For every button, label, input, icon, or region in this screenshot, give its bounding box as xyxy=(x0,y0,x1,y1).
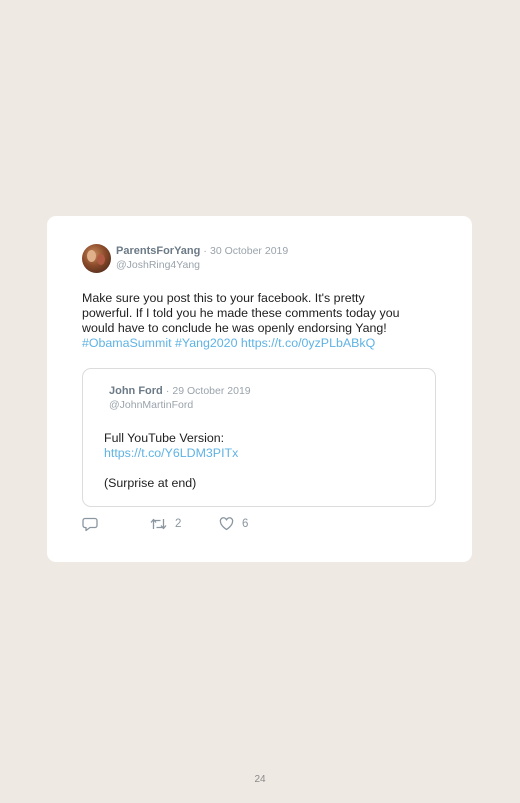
quoted-author-handle[interactable]: @JohnMartinFord xyxy=(109,399,193,411)
quoted-author: John Ford · 29 October 2019 xyxy=(109,385,251,397)
like-count: 6 xyxy=(242,518,249,530)
retweet-button[interactable]: 2 xyxy=(150,517,181,531)
quoted-tweet[interactable]: John Ford · 29 October 2019 @JohnMartinF… xyxy=(82,368,436,507)
author-handle[interactable]: @JoshRing4Yang xyxy=(116,259,200,271)
tweet-author: ParentsForYang · 30 October 2019 xyxy=(116,245,288,257)
retweet-icon xyxy=(150,518,167,530)
quoted-tweet-date[interactable]: 29 October 2019 xyxy=(172,385,250,397)
author-name[interactable]: ParentsForYang xyxy=(116,245,200,257)
hashtag-link[interactable]: #Yang2020 xyxy=(175,336,237,350)
retweet-count: 2 xyxy=(175,518,182,530)
page-number: 24 xyxy=(254,774,266,785)
tweet-text-line: Make sure you post this to your facebook… xyxy=(82,291,365,305)
quoted-text-line: Full YouTube Version: xyxy=(104,431,225,445)
tweet-text-line: powerful. If I told you he made these co… xyxy=(82,306,400,320)
separator: · xyxy=(203,245,207,257)
quoted-url-link[interactable]: https://t.co/Y6LDM3PITx xyxy=(104,446,238,461)
avatar[interactable] xyxy=(82,244,111,273)
tweet-url-link[interactable]: https://t.co/0yzPLbABkQ xyxy=(241,336,375,350)
reply-button[interactable] xyxy=(82,517,98,532)
separator: · xyxy=(165,385,170,397)
reply-icon xyxy=(82,517,98,532)
like-button[interactable]: 6 xyxy=(219,517,248,531)
tweet-actions: 2 6 xyxy=(82,517,282,533)
tweet-date[interactable]: 30 October 2019 xyxy=(210,245,288,257)
quoted-tweet-text: Full YouTube Version: https://t.co/Y6LDM… xyxy=(104,431,238,491)
tweet-card: ParentsForYang · 30 October 2019 @JoshRi… xyxy=(47,216,472,562)
hashtag-link[interactable]: #ObamaSummit xyxy=(82,336,172,350)
quoted-text-line: (Surprise at end) xyxy=(104,476,197,490)
tweet-text: Make sure you post this to your facebook… xyxy=(82,291,434,351)
heart-icon xyxy=(219,517,234,531)
quoted-author-name[interactable]: John Ford xyxy=(109,385,163,397)
tweet-text-line: would have to conclude he was openly end… xyxy=(82,321,387,335)
